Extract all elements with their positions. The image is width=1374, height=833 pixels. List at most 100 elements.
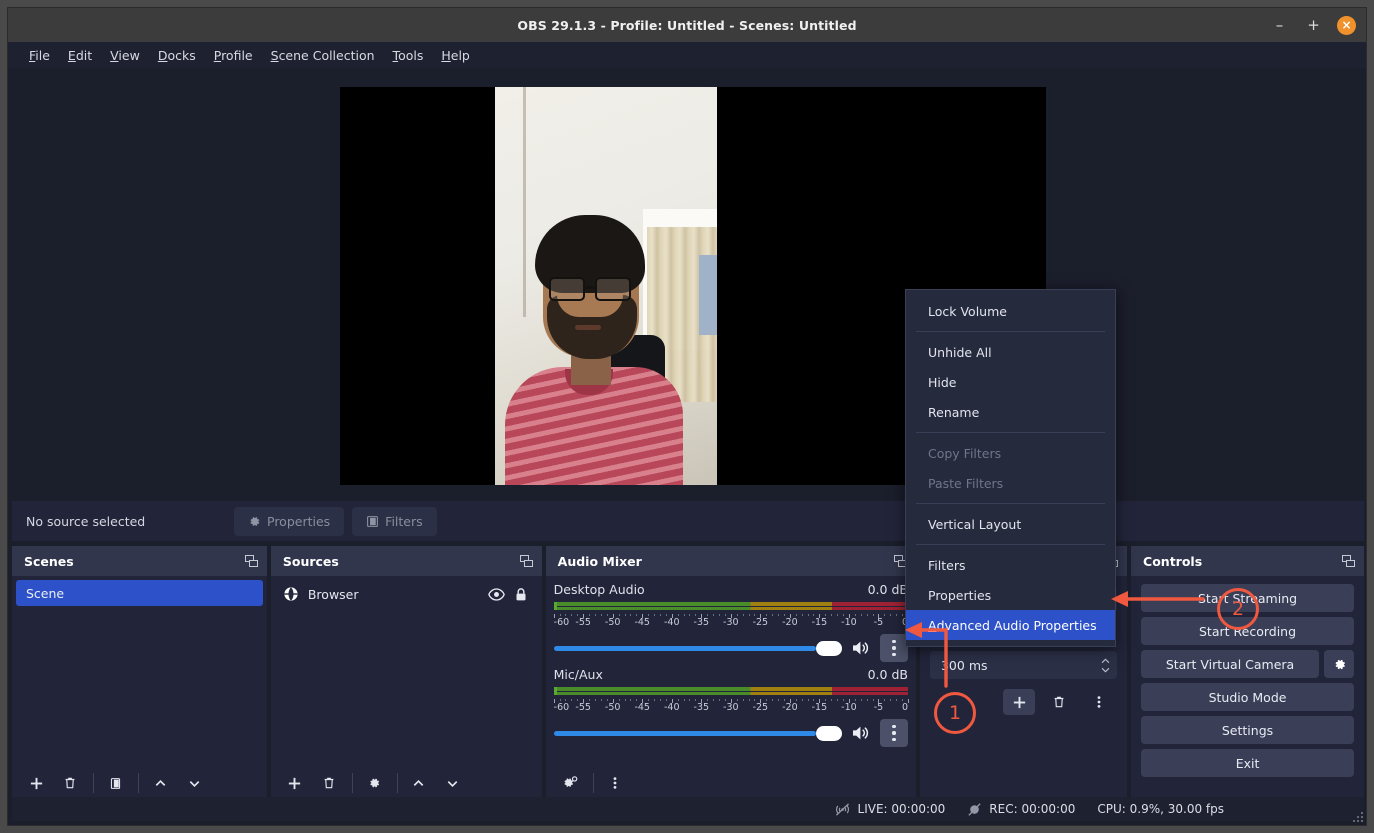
spinbox-arrows[interactable] (1100, 657, 1111, 674)
start-streaming-button[interactable]: Start Streaming (1141, 584, 1354, 612)
start-virtual-camera-button[interactable]: Start Virtual Camera (1141, 650, 1319, 678)
meter-tick (766, 614, 767, 616)
move-source-up-button[interactable] (403, 770, 435, 796)
meter-tick (837, 614, 838, 616)
minimize-button[interactable]: – (1269, 15, 1290, 36)
meter-ticks: -60-55-50-45-40-35-30-25-20-15-10-50 (554, 614, 908, 628)
speaker-icon[interactable] (851, 639, 871, 657)
meter-tick (884, 699, 885, 701)
scenes-list[interactable]: Scene (12, 576, 267, 764)
menu-edit[interactable]: Edit (59, 45, 101, 66)
meter-tick (796, 699, 797, 701)
duration-spinbox[interactable]: 300 ms (930, 651, 1117, 679)
menu-scene-collection[interactable]: Scene Collection (262, 45, 384, 66)
studio-mode-button[interactable]: Studio Mode (1141, 683, 1354, 711)
meter-tick (802, 699, 803, 701)
volume-slider[interactable] (554, 723, 842, 743)
exit-button[interactable]: Exit (1141, 749, 1354, 777)
ctx-advanced-audio-properties[interactable]: Advanced Audio Properties (906, 610, 1115, 640)
meter-tick (619, 614, 620, 616)
move-source-down-button[interactable] (437, 770, 469, 796)
menu-view[interactable]: View (101, 45, 149, 66)
ctx-properties[interactable]: Properties (906, 580, 1115, 610)
remove-scene-button[interactable] (54, 770, 86, 796)
add-scene-button[interactable] (20, 770, 52, 796)
menu-profile[interactable]: Profile (205, 45, 262, 66)
filters-button[interactable]: Filters (352, 507, 436, 536)
move-scene-down-button[interactable] (178, 770, 210, 796)
source-list-item[interactable]: Browser (273, 580, 540, 608)
transition-menu-button[interactable] (1083, 689, 1115, 715)
eye-icon[interactable] (488, 587, 505, 602)
menu-file[interactable]: File (20, 45, 59, 66)
meter-tick (831, 614, 832, 616)
audio-track-menu-button[interactable] (880, 634, 908, 662)
chevron-up-icon (1100, 657, 1111, 665)
add-source-button[interactable] (279, 770, 311, 796)
sources-list[interactable]: Browser (271, 576, 542, 764)
meter-tick (625, 699, 626, 701)
meter-tick-label: -10 (841, 702, 857, 713)
remove-transition-button[interactable] (1043, 689, 1075, 715)
settings-button[interactable]: Settings (1141, 716, 1354, 744)
resize-grip[interactable] (1349, 808, 1363, 822)
menu-tools[interactable]: Tools (384, 45, 433, 66)
ctx-copy-filters: Copy Filters (906, 438, 1115, 468)
close-button[interactable]: × (1337, 16, 1356, 35)
float-icon[interactable] (1342, 555, 1356, 568)
meter-tick (607, 614, 608, 616)
audio-track-menu-button[interactable] (880, 719, 908, 747)
ctx-rename[interactable]: Rename (906, 397, 1115, 427)
meter-tick (855, 614, 856, 616)
meter-tick (678, 699, 679, 701)
meter-tick (908, 699, 909, 703)
cpu-status: CPU: 0.9%, 30.00 fps (1097, 802, 1224, 816)
menu-edit-mnemonic: E (68, 48, 76, 63)
meter-tick (813, 699, 814, 701)
meter-tick (648, 614, 649, 616)
start-virtual-camera-label: Start Virtual Camera (1166, 657, 1294, 672)
meter-tick-label: -5 (874, 617, 883, 628)
meter-tick-label: -45 (634, 702, 650, 713)
add-transition-button[interactable] (1003, 689, 1035, 715)
properties-button[interactable]: Properties (234, 507, 344, 536)
ctx-filters[interactable]: Filters (906, 550, 1115, 580)
source-properties-button[interactable] (358, 770, 390, 796)
speaker-icon[interactable] (851, 724, 871, 742)
audio-track-context-menu[interactable]: Lock Volume Unhide All Hide Rename Copy … (905, 289, 1116, 647)
meter-tick (890, 699, 891, 701)
scene-list-item[interactable]: Scene (16, 580, 263, 606)
float-icon[interactable] (520, 555, 534, 568)
move-scene-up-button[interactable] (144, 770, 176, 796)
scene-filters-button[interactable] (99, 770, 131, 796)
meter-tick (825, 699, 826, 701)
docks-row: Scenes Scene Sources (12, 546, 1364, 802)
preview-area[interactable] (12, 75, 1364, 500)
audio-advanced-settings-button[interactable] (554, 770, 586, 796)
meter-tick (825, 614, 826, 616)
ctx-hide[interactable]: Hide (906, 367, 1115, 397)
meter-tick (636, 699, 637, 701)
menu-help[interactable]: Help (432, 45, 479, 66)
virtual-camera-settings-button[interactable] (1324, 650, 1354, 678)
menu-profile-label: rofile (221, 48, 253, 63)
start-recording-button[interactable]: Start Recording (1141, 617, 1354, 645)
meter-tick-label: -10 (841, 617, 857, 628)
lock-icon[interactable] (514, 587, 528, 602)
menu-docks[interactable]: Docks (149, 45, 205, 66)
meter-ticks: -60-55-50-45-40-35-30-25-20-15-10-50 (554, 699, 908, 713)
ctx-lock-volume[interactable]: Lock Volume (906, 296, 1115, 326)
source-list-item-label: Browser (308, 587, 479, 602)
audio-mixer-dock-title: Audio Mixer (558, 554, 642, 569)
ctx-unhide-all[interactable]: Unhide All (906, 337, 1115, 367)
audio-mixer-menu-button[interactable] (599, 770, 631, 796)
maximize-button[interactable]: + (1303, 15, 1324, 36)
controls-dock: Controls Start Streaming Start Recording… (1131, 546, 1364, 802)
meter-tick (831, 699, 832, 701)
menu-docks-label: ocks (167, 48, 195, 63)
meter-tick-label: -5 (874, 702, 883, 713)
volume-slider[interactable] (554, 638, 842, 658)
remove-source-button[interactable] (313, 770, 345, 796)
float-icon[interactable] (245, 555, 259, 568)
ctx-vertical-layout[interactable]: Vertical Layout (906, 509, 1115, 539)
